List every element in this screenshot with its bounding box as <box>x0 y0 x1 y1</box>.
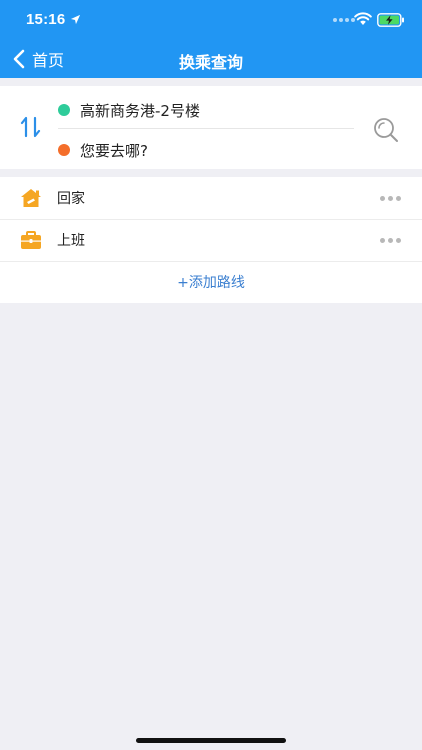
swap-icon[interactable] <box>18 114 44 140</box>
origin-text: 高新商务港-2号楼 <box>80 101 200 120</box>
briefcase-icon <box>21 231 41 249</box>
destination-text: 您要去哪? <box>80 141 148 160</box>
nav-bar: 首页 换乘查询 <box>0 40 422 78</box>
signal-icon <box>333 18 355 22</box>
more-dot-icon <box>380 195 385 201</box>
more-options-button[interactable] <box>380 190 401 207</box>
saved-routes-list: 回家 上班 +添加路线 <box>0 177 422 303</box>
origin-field[interactable]: 高新商务港-2号楼 <box>58 90 200 130</box>
home-indicator[interactable] <box>136 738 286 743</box>
add-route-button[interactable]: +添加路线 <box>0 261 422 303</box>
location-arrow-icon <box>70 14 81 25</box>
route-card: 高新商务港-2号楼 您要去哪? <box>0 86 422 169</box>
destination-dot <box>58 144 70 156</box>
destination-field[interactable]: 您要去哪? <box>58 130 148 170</box>
battery-charging-icon <box>377 13 404 27</box>
page-title: 换乘查询 <box>178 53 243 72</box>
more-options-button[interactable] <box>380 232 401 249</box>
list-item-label: 回家 <box>57 191 85 207</box>
list-item-label: 上班 <box>57 233 85 249</box>
route-divider <box>58 128 354 129</box>
status-bar: 15:16 <box>0 0 422 40</box>
wifi-icon <box>354 12 372 25</box>
list-item-home[interactable]: 回家 <box>0 177 422 219</box>
home-icon <box>21 189 41 207</box>
app-header: 15:16 首页 换乘查询 <box>0 0 422 78</box>
more-dot-icon <box>380 237 385 243</box>
origin-dot <box>58 104 70 116</box>
search-icon[interactable] <box>372 116 400 144</box>
status-time: 15:16 <box>26 11 66 28</box>
list-item-work[interactable]: 上班 <box>0 219 422 261</box>
